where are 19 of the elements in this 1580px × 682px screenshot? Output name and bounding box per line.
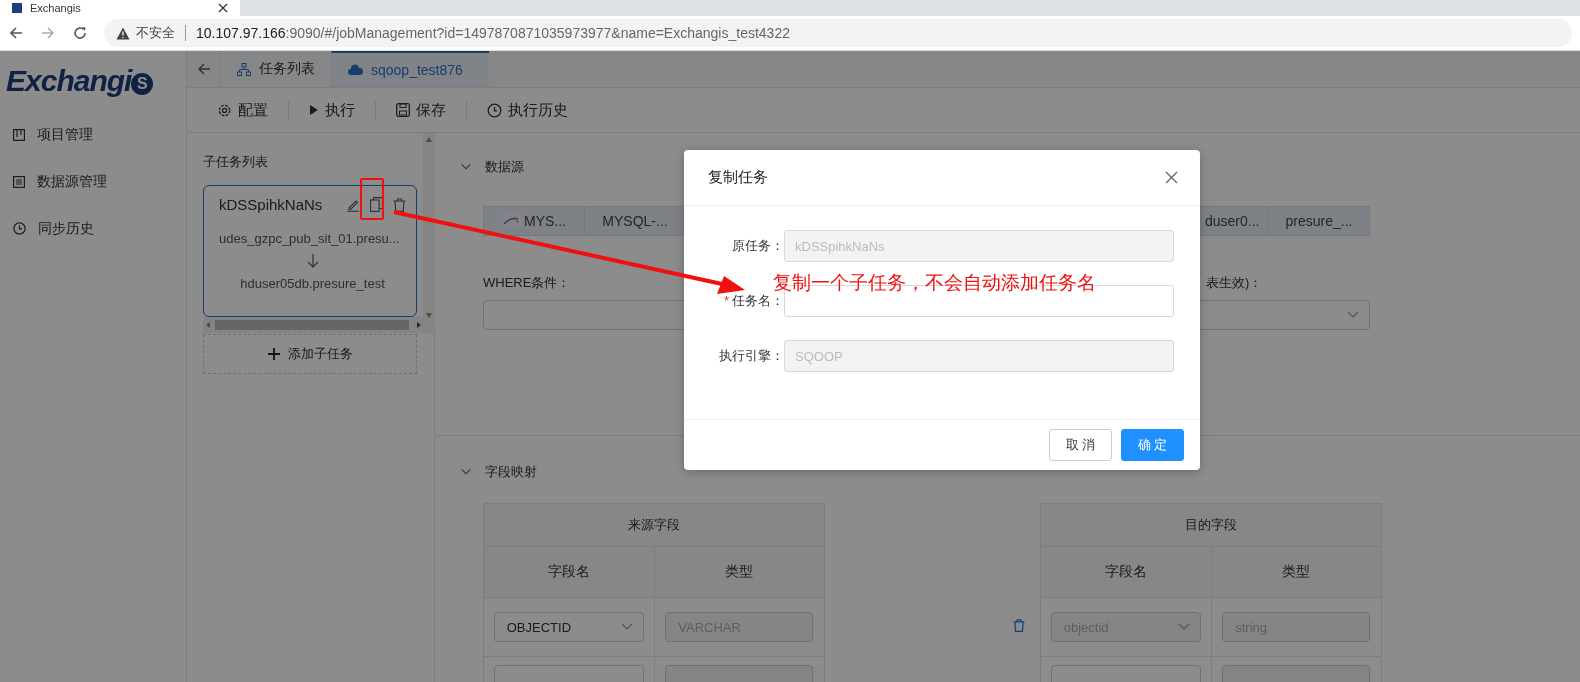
field-label: 表生效)： bbox=[1205, 274, 1264, 292]
column-header: 字段名 bbox=[484, 547, 655, 597]
column-header: 类型 bbox=[724, 562, 755, 581]
column-header: 字段名 bbox=[1041, 547, 1212, 597]
annotation-text: 复制一个子任务，不会自动添加任务名 bbox=[773, 271, 1096, 295]
app-logo: Exchangi S bbox=[0, 51, 186, 111]
security-label: 不安全 bbox=[136, 24, 175, 42]
target-table: hduser05db.presure_test bbox=[219, 276, 406, 291]
field-label: 原任务： bbox=[731, 237, 784, 255]
source-table: udes_gzpc_pub_sit_01.presu... bbox=[219, 231, 406, 246]
field-label: * 任务名： bbox=[722, 292, 784, 310]
column-header: 类型 bbox=[1281, 562, 1312, 581]
dialog-title: 复制任务 bbox=[708, 168, 768, 187]
column-group-header: 来源字段 bbox=[484, 504, 824, 547]
panel-title: 子任务列表 bbox=[203, 153, 269, 171]
field-label: 执行引擎： bbox=[718, 347, 784, 365]
url-text: 10.107.97.166:9090/#/jobManagement?id=1497870871035973977&name=Exchangis_test4322 bbox=[196, 25, 790, 41]
column-group-header: 目的字段 bbox=[1041, 504, 1381, 547]
subtask-name: kDSSpihkNaNs bbox=[219, 196, 324, 213]
